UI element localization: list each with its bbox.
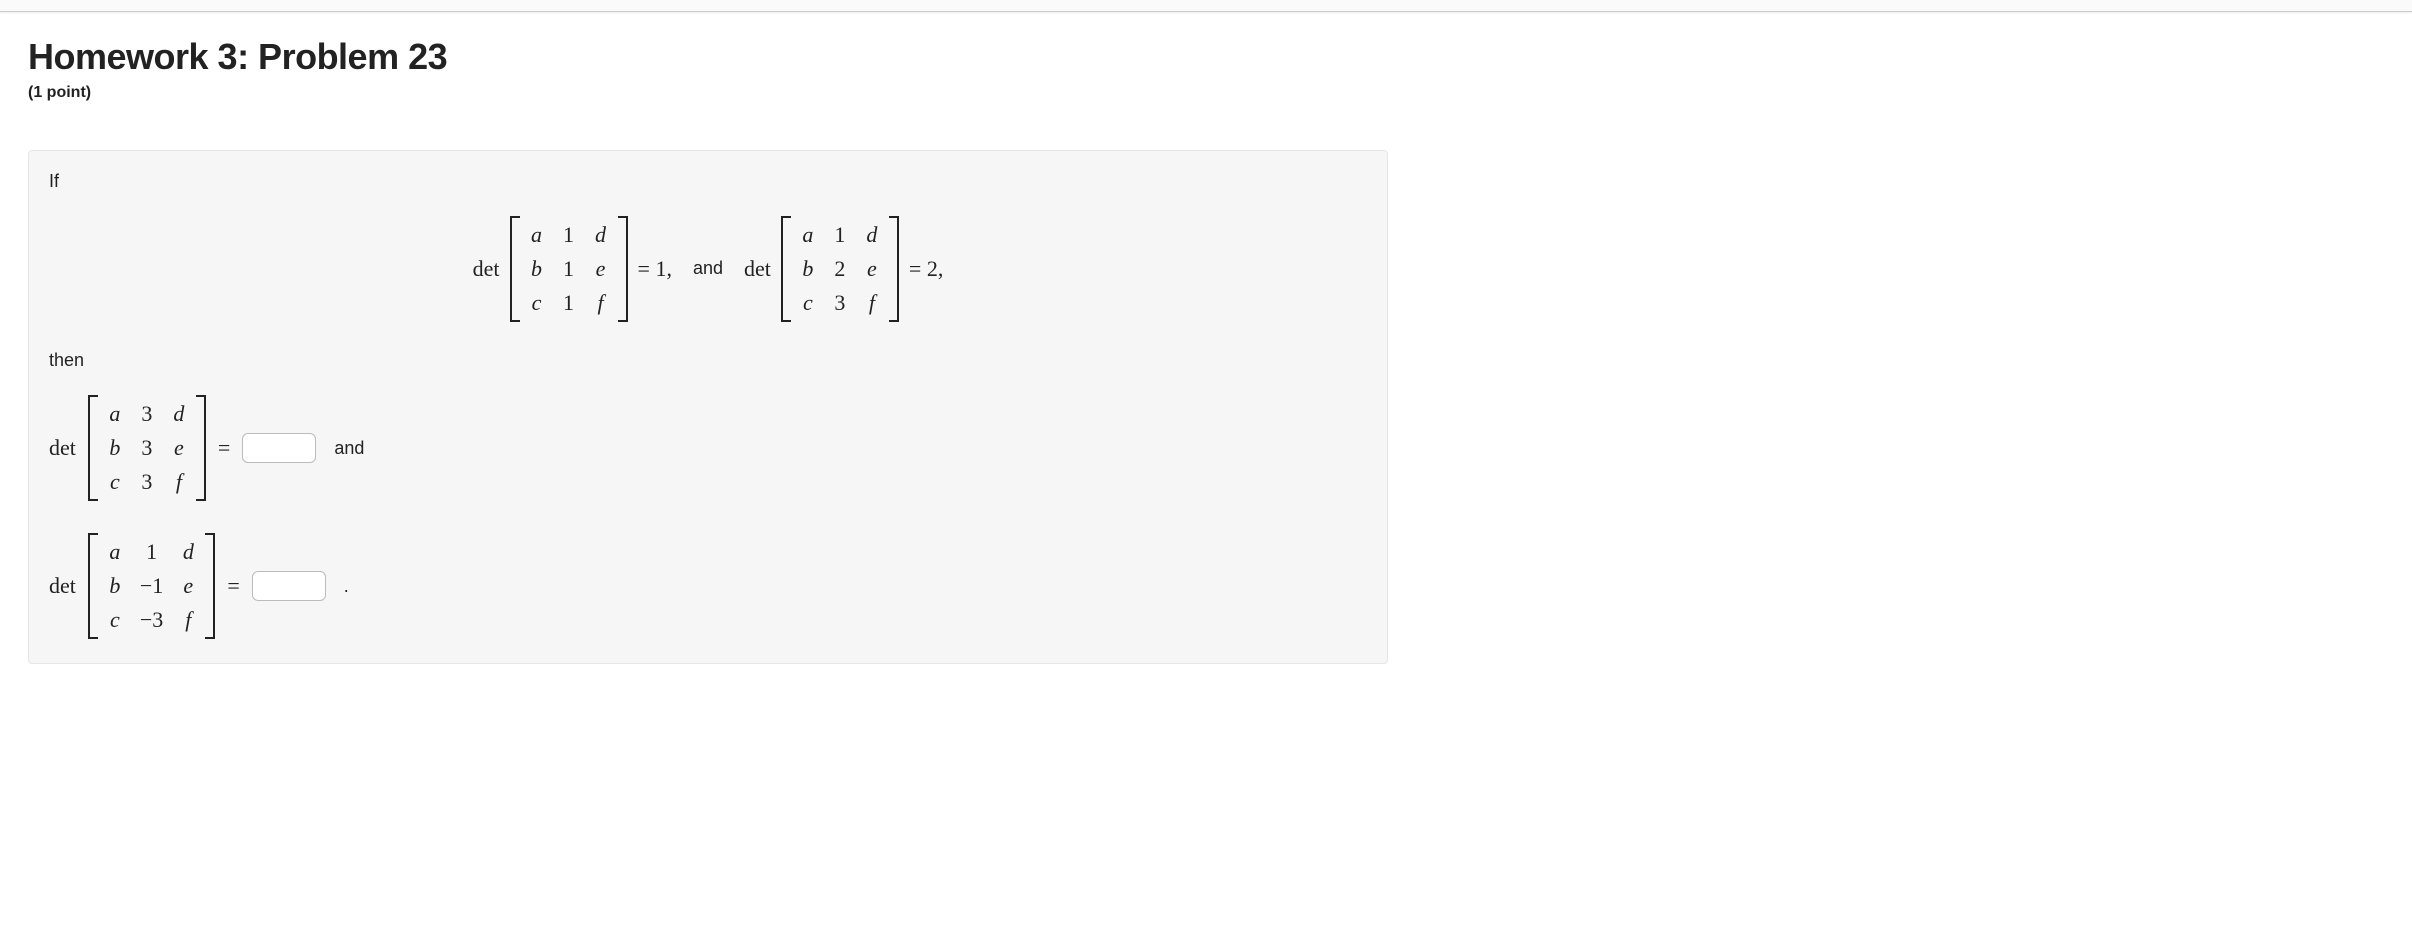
- eq1-rhs: = 1,: [638, 256, 672, 282]
- q2-r2c2: f: [181, 607, 195, 633]
- q2-r2c0: c: [108, 607, 122, 633]
- answer-line-2: det a 1 d b −1 e c −3 f = .: [49, 533, 1367, 639]
- page-title: Homework 3: Problem 23: [28, 36, 2384, 78]
- and-word-2: and: [328, 438, 364, 459]
- q2-r2c1: −3: [140, 607, 163, 633]
- q1-r0c2: d: [172, 401, 186, 427]
- problem-box: If det a 1 d b 1 e c 1 f: [28, 150, 1388, 664]
- answer-line-1: det a 3 d b 3 e c 3 f = and: [49, 395, 1367, 501]
- m2-r2c2: f: [865, 290, 879, 316]
- matrix-1: a 1 d b 1 e c 1 f: [510, 216, 628, 322]
- q2-r0c1: 1: [140, 539, 163, 565]
- m1-r0c2: d: [594, 222, 608, 248]
- q2-r1c1: −1: [140, 573, 163, 599]
- answer-input-2[interactable]: [252, 571, 326, 601]
- matrix-q2: a 1 d b −1 e c −3 f: [88, 533, 215, 639]
- matrix-2: a 1 d b 2 e c 3 f: [781, 216, 899, 322]
- m1-r1c1: 1: [562, 256, 576, 282]
- bracket-right: [889, 216, 899, 322]
- answer-input-1[interactable]: [242, 433, 316, 463]
- q1-r2c0: c: [108, 469, 122, 495]
- q2-eq: =: [227, 573, 239, 599]
- m2-r2c0: c: [801, 290, 815, 316]
- m1-r2c1: 1: [562, 290, 576, 316]
- q2-r0c0: a: [108, 539, 122, 565]
- bracket-left: [781, 216, 791, 322]
- q1-r0c0: a: [108, 401, 122, 427]
- m1-r2c0: c: [530, 290, 544, 316]
- m1-r1c0: b: [530, 256, 544, 282]
- eq2-rhs: = 2,: [909, 256, 943, 282]
- point-value: (1 point): [28, 84, 2384, 102]
- and-word-1: and: [677, 258, 739, 278]
- q1-r0c1: 3: [140, 401, 154, 427]
- m1-r0c0: a: [530, 222, 544, 248]
- m1-r2c2: f: [594, 290, 608, 316]
- q1-r1c1: 3: [140, 435, 154, 461]
- window-topbar: [0, 0, 2412, 12]
- q1-r2c1: 3: [140, 469, 154, 495]
- given-eq-1: det a 1 d b 1 e c 1 f: [473, 216, 672, 322]
- page-container: Homework 3: Problem 23 (1 point) If det …: [0, 12, 2412, 688]
- bracket-right: [205, 533, 215, 639]
- q1-eq: =: [218, 435, 230, 461]
- bracket-left: [88, 533, 98, 639]
- bracket-left: [88, 395, 98, 501]
- text-then: then: [49, 350, 1367, 371]
- m1-r1c2: e: [594, 256, 608, 282]
- det-label: det: [49, 435, 76, 461]
- given-eq-2: det a 1 d b 2 e c 3 f: [744, 216, 943, 322]
- m2-r1c0: b: [801, 256, 815, 282]
- matrix-q1: a 3 d b 3 e c 3 f: [88, 395, 206, 501]
- det-label: det: [473, 256, 500, 282]
- m2-r0c2: d: [865, 222, 879, 248]
- m1-r0c1: 1: [562, 222, 576, 248]
- given-equations: det a 1 d b 1 e c 1 f: [49, 216, 1367, 322]
- bracket-right: [196, 395, 206, 501]
- m2-r1c2: e: [865, 256, 879, 282]
- q1-r1c2: e: [172, 435, 186, 461]
- det-label: det: [49, 573, 76, 599]
- q2-r1c2: e: [181, 573, 195, 599]
- m2-r0c0: a: [801, 222, 815, 248]
- q1-r2c2: f: [172, 469, 186, 495]
- text-if: If: [49, 171, 1367, 192]
- m2-r0c1: 1: [833, 222, 847, 248]
- q2-r1c0: b: [108, 573, 122, 599]
- det-label: det: [744, 256, 771, 282]
- m2-r1c1: 2: [833, 256, 847, 282]
- bracket-right: [618, 216, 628, 322]
- q1-r1c0: b: [108, 435, 122, 461]
- m2-r2c1: 3: [833, 290, 847, 316]
- bracket-left: [510, 216, 520, 322]
- q2-r0c2: d: [181, 539, 195, 565]
- period: .: [338, 576, 349, 597]
